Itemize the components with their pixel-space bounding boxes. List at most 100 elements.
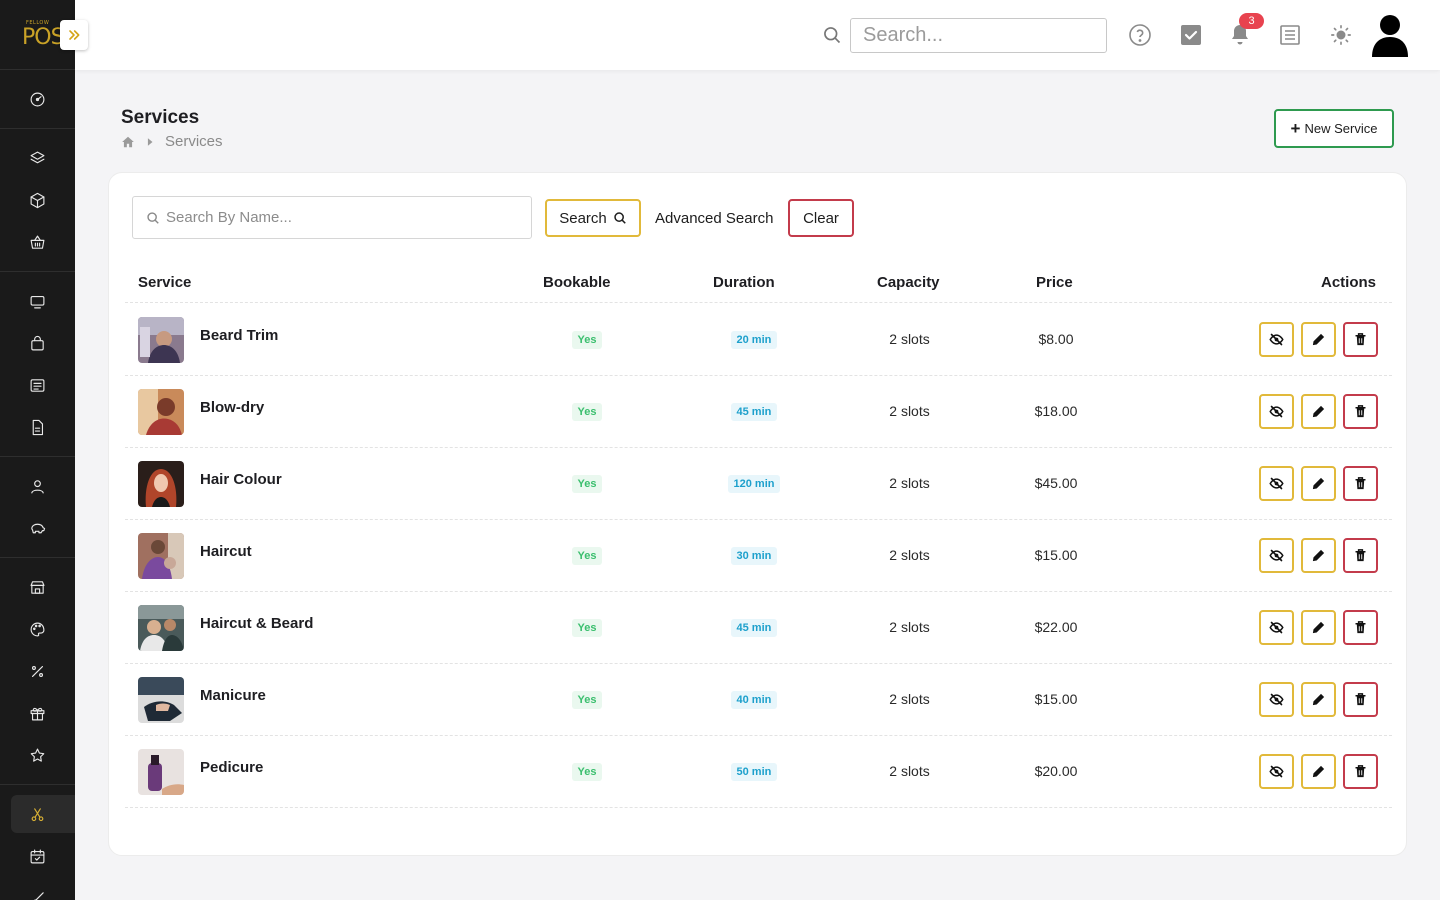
edit-button[interactable] — [1301, 466, 1336, 501]
edit-button[interactable] — [1301, 538, 1336, 573]
service-thumbnail[interactable] — [138, 605, 184, 651]
sidebar-item-finance[interactable] — [0, 507, 75, 549]
price-cell: $15.00 — [1034, 691, 1078, 707]
user-avatar-icon[interactable] — [1370, 13, 1410, 57]
scissors-icon — [31, 807, 44, 821]
delete-button[interactable] — [1343, 394, 1378, 429]
service-thumbnail[interactable] — [138, 461, 184, 507]
sidebar-item-gift-cards[interactable] — [0, 692, 75, 734]
monitor-icon — [30, 295, 45, 308]
new-service-button[interactable]: + New Service — [1274, 109, 1394, 148]
bookable-badge: Yes — [571, 763, 603, 781]
delete-button[interactable] — [1343, 682, 1378, 717]
toggle-visibility-button[interactable] — [1259, 610, 1294, 645]
global-search-input[interactable] — [850, 18, 1107, 53]
table-row: Pedicure Yes 50 min 2 slots $20.00 — [125, 736, 1392, 808]
help-button[interactable] — [1128, 23, 1152, 47]
search-button[interactable]: Search — [545, 199, 641, 237]
service-name[interactable]: Haircut — [200, 543, 252, 560]
topbar: 3 — [75, 0, 1440, 70]
home-icon[interactable] — [121, 135, 135, 149]
service-thumbnail[interactable] — [138, 389, 184, 435]
name-search-input[interactable] — [166, 197, 526, 238]
bookable-badge: Yes — [571, 331, 603, 349]
toggle-visibility-button[interactable] — [1259, 322, 1294, 357]
bookable-badge: Yes — [571, 547, 603, 565]
eye-off-icon — [1269, 477, 1284, 490]
edit-button[interactable] — [1301, 610, 1336, 645]
column-header-price[interactable]: Price — [1036, 274, 1073, 291]
service-name[interactable]: Haircut & Beard — [200, 615, 313, 632]
delete-button[interactable] — [1343, 754, 1378, 789]
price-cell: $15.00 — [1034, 547, 1078, 563]
edit-button[interactable] — [1301, 394, 1336, 429]
edit-button[interactable] — [1301, 322, 1336, 357]
shopping-bag-icon — [31, 335, 44, 350]
sidebar-item-orders[interactable] — [0, 322, 75, 364]
theme-toggle-button[interactable] — [1329, 23, 1353, 47]
capacity-cell: 2 slots — [889, 331, 930, 347]
duration-badge: 30 min — [730, 547, 778, 565]
clear-button[interactable]: Clear — [788, 199, 854, 237]
trash-icon — [1355, 621, 1366, 634]
service-thumbnail[interactable] — [138, 533, 184, 579]
sidebar-item-appearance[interactable] — [0, 608, 75, 650]
toggle-visibility-button[interactable] — [1259, 466, 1294, 501]
trash-icon — [1355, 765, 1366, 778]
advanced-search-link[interactable]: Advanced Search — [655, 199, 773, 237]
sidebar-item-list[interactable] — [0, 364, 75, 406]
capacity-cell: 2 slots — [889, 547, 930, 563]
column-header-duration[interactable]: Duration — [713, 274, 775, 291]
sidebar-item-pos[interactable] — [0, 280, 75, 322]
reports-button[interactable] — [1278, 23, 1302, 47]
toggle-visibility-button[interactable] — [1259, 394, 1294, 429]
delete-button[interactable] — [1343, 610, 1378, 645]
app-logo[interactable]: FELLOW POS — [22, 20, 65, 50]
star-icon — [30, 748, 45, 762]
service-name[interactable]: Hair Colour — [200, 471, 282, 488]
trash-icon — [1355, 477, 1366, 490]
eye-off-icon — [1269, 621, 1284, 634]
capacity-cell: 2 slots — [889, 619, 930, 635]
layers-icon — [30, 151, 45, 163]
service-thumbnail[interactable] — [138, 317, 184, 363]
delete-button[interactable] — [1343, 538, 1378, 573]
sidebar-item-discounts[interactable] — [0, 650, 75, 692]
sidebar-item-layers[interactable] — [0, 137, 75, 179]
sidebar-item-store[interactable] — [0, 566, 75, 608]
column-header-bookable[interactable]: Bookable — [543, 274, 611, 291]
toggle-visibility-button[interactable] — [1259, 754, 1294, 789]
delete-button[interactable] — [1343, 322, 1378, 357]
toggle-visibility-button[interactable] — [1259, 538, 1294, 573]
sidebar-item-brush[interactable] — [0, 877, 75, 900]
name-search-field — [132, 196, 532, 239]
nav-group-catalog — [0, 129, 75, 272]
edit-button[interactable] — [1301, 754, 1336, 789]
service-name[interactable]: Manicure — [200, 687, 266, 704]
tasks-button[interactable] — [1179, 23, 1203, 47]
service-thumbnail[interactable] — [138, 677, 184, 723]
sidebar-item-loyalty[interactable] — [0, 734, 75, 776]
service-name[interactable]: Pedicure — [200, 759, 263, 776]
price-cell: $45.00 — [1034, 475, 1078, 491]
sidebar-expand-button[interactable] — [60, 20, 88, 50]
service-thumbnail[interactable] — [138, 749, 184, 795]
column-header-capacity[interactable]: Capacity — [877, 274, 940, 291]
delete-button[interactable] — [1343, 466, 1378, 501]
sidebar-item-customers[interactable] — [0, 465, 75, 507]
edit-button[interactable] — [1301, 682, 1336, 717]
sidebar-item-products[interactable] — [0, 179, 75, 221]
sidebar-item-dashboard[interactable] — [0, 78, 75, 120]
capacity-cell: 2 slots — [889, 691, 930, 707]
sidebar-item-documents[interactable] — [0, 406, 75, 448]
sidebar-item-services[interactable] — [0, 793, 75, 835]
toggle-visibility-button[interactable] — [1259, 682, 1294, 717]
breadcrumb: Services — [121, 133, 223, 150]
basket-icon — [30, 235, 45, 249]
price-cell: $8.00 — [1038, 331, 1074, 347]
column-header-service[interactable]: Service — [138, 274, 191, 291]
sidebar-item-basket[interactable] — [0, 221, 75, 263]
sidebar-item-appointments[interactable] — [0, 835, 75, 877]
service-name[interactable]: Beard Trim — [200, 327, 278, 344]
service-name[interactable]: Blow-dry — [200, 399, 264, 416]
